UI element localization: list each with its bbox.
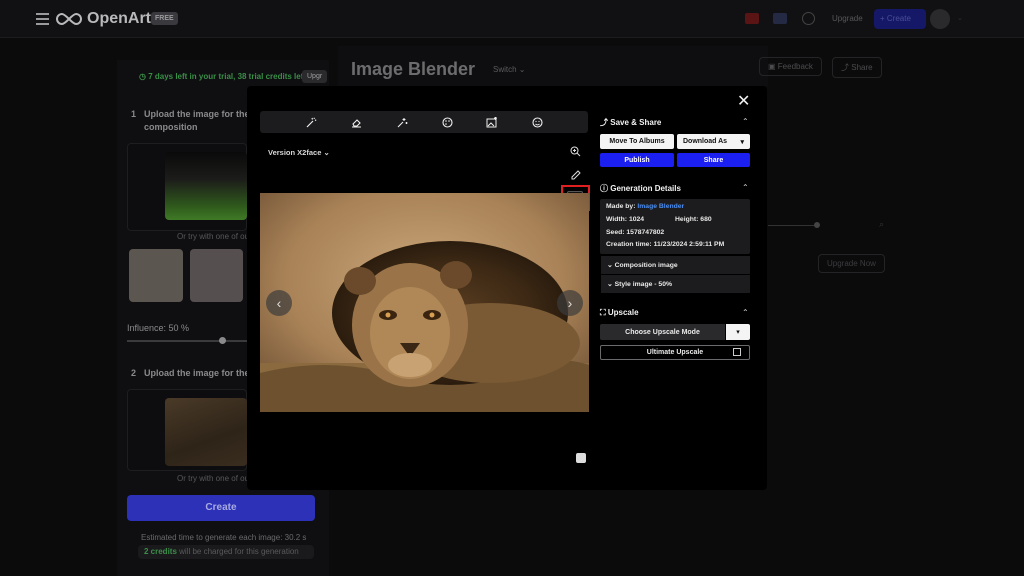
face-icon[interactable] (529, 111, 545, 133)
step1-label: Upload the image for the (144, 109, 250, 119)
estimate-text: Estimated time to generate each image: 3… (141, 533, 307, 542)
top-bar: OpenArt FREE Upgrade + Create ⌄ (0, 0, 1024, 38)
try-sample-text: Or try with one of ou (177, 474, 250, 483)
feedback-button[interactable]: ▣ Feedback (759, 57, 822, 76)
switch-dropdown[interactable]: Switch ⌄ (493, 65, 526, 74)
menu-icon[interactable] (36, 13, 49, 25)
credits-amount: 2 credits (144, 547, 177, 556)
slider-handle[interactable] (219, 337, 226, 344)
upgrade-small-button[interactable]: Upgr (302, 70, 328, 83)
composition-image-accordion[interactable]: ⌄ Composition image (601, 256, 750, 274)
share-button[interactable]: Share (677, 153, 750, 167)
ultimate-upscale-button[interactable]: Ultimate Upscale (600, 345, 750, 360)
caret-down-icon[interactable]: ▾ (726, 324, 750, 340)
switch-label: Switch (493, 65, 517, 74)
height-value: Height: 680 (675, 216, 712, 223)
style-image-label: Style image - 50% (614, 280, 673, 288)
composition-image (165, 152, 247, 220)
palette-icon[interactable] (439, 111, 455, 133)
create-header-label: Create (886, 14, 911, 23)
trial-text: 7 days left in your trial, 38 trial cred… (148, 72, 307, 81)
fullscreen-icon[interactable] (576, 453, 586, 463)
generation-details-label: Generation Details (610, 184, 681, 193)
made-by: Made by: Image Blender (606, 203, 684, 210)
plan-badge: FREE (151, 12, 178, 25)
version-dropdown[interactable]: Version X2face ⌄ (268, 148, 330, 157)
close-icon[interactable]: ✕ (737, 91, 750, 111)
chevron-up-icon[interactable]: ⌃ (742, 183, 749, 192)
brand-name[interactable]: OpenArt (87, 10, 151, 28)
publish-button[interactable]: Publish (600, 153, 674, 167)
edit-toolbar (260, 111, 588, 133)
chevron-down-icon[interactable]: ⌄ (957, 14, 963, 22)
create-button[interactable]: Create (127, 495, 315, 521)
feedback-label: Feedback (777, 62, 813, 71)
generation-details-title: ⓘ Generation Details (600, 184, 681, 193)
previous-image-button[interactable]: ‹ (266, 290, 292, 316)
sample-thumb[interactable] (190, 249, 243, 302)
zoom-in-icon[interactable] (567, 143, 583, 159)
style-image-accordion[interactable]: ⌄ Style image - 50% (601, 275, 750, 293)
save-share-title: ⤴ Save & Share (600, 118, 662, 127)
width-value: Width: 1024 (606, 216, 645, 223)
trial-status: ◷ 7 days left in your trial, 38 trial cr… (139, 72, 307, 81)
step1-label-line2: composition (144, 122, 198, 132)
next-image-button[interactable]: › (557, 290, 583, 316)
creation-time: Creation time: 11/23/2024 2:59:11 PM (606, 241, 725, 248)
discord-icon[interactable] (773, 13, 787, 24)
share-bg-label: Share (851, 63, 873, 72)
ultimate-upscale-label: Ultimate Upscale (646, 349, 704, 356)
share-bg-button[interactable]: ⤴ Share (832, 57, 882, 78)
made-by-label: Made by: (606, 203, 638, 210)
try-sample-text: Or try with one of ou (177, 232, 250, 241)
download-as-button[interactable]: Download As ▾ (677, 134, 750, 149)
image-edit-icon[interactable] (484, 111, 500, 133)
search-icon: ⌕ (879, 219, 885, 229)
made-by-link[interactable]: Image Blender (637, 203, 684, 210)
sample-thumb[interactable] (129, 249, 183, 302)
openart-logo-icon (56, 12, 82, 26)
composition-image-label: Composition image (614, 261, 678, 269)
bg-slider (768, 225, 816, 226)
step2-label: Upload the image for the (144, 368, 250, 378)
seed-value: Seed: 1578747802 (606, 229, 665, 236)
step-number: 1 (131, 109, 137, 119)
upgrade-link[interactable]: Upgrade (832, 14, 863, 23)
save-share-label: Save & Share (610, 118, 662, 127)
external-link-icon (733, 348, 741, 356)
download-as-label: Download As (683, 138, 728, 145)
move-to-albums-button[interactable]: Move To Albums (600, 134, 674, 149)
bg-slider-handle (814, 222, 820, 228)
page-title: Image Blender (351, 59, 476, 79)
credits-text: will be charged for this generation (176, 547, 299, 556)
chevron-up-icon[interactable]: ⌃ (742, 117, 749, 126)
credits-notice: 2 credits will be charged for this gener… (138, 545, 314, 559)
help-icon[interactable] (802, 12, 815, 25)
pencil-icon[interactable] (567, 167, 583, 183)
eraser-icon[interactable] (348, 111, 364, 133)
upgrade-now-button[interactable]: Upgrade Now (818, 254, 885, 273)
sparkles-icon[interactable] (394, 111, 410, 133)
upscale-title: ⛶ Upscale (600, 308, 639, 317)
influence-label: Influence: 50 % (127, 323, 190, 333)
upscale-label: Upscale (607, 308, 639, 317)
avatar[interactable] (930, 9, 950, 29)
magic-wand-icon[interactable] (303, 111, 319, 133)
flag-icon[interactable] (745, 13, 759, 24)
version-label: Version X2face (268, 148, 322, 157)
create-header-button[interactable]: + Create (874, 9, 926, 29)
style-image (165, 398, 247, 466)
influence-slider[interactable] (127, 340, 247, 342)
caret-down-icon: ▾ (740, 138, 744, 146)
chevron-up-icon[interactable]: ⌃ (742, 308, 749, 317)
generated-image (260, 193, 589, 412)
upscale-mode-select[interactable]: Choose Upscale Mode (600, 324, 725, 340)
step-number: 2 (131, 368, 137, 378)
